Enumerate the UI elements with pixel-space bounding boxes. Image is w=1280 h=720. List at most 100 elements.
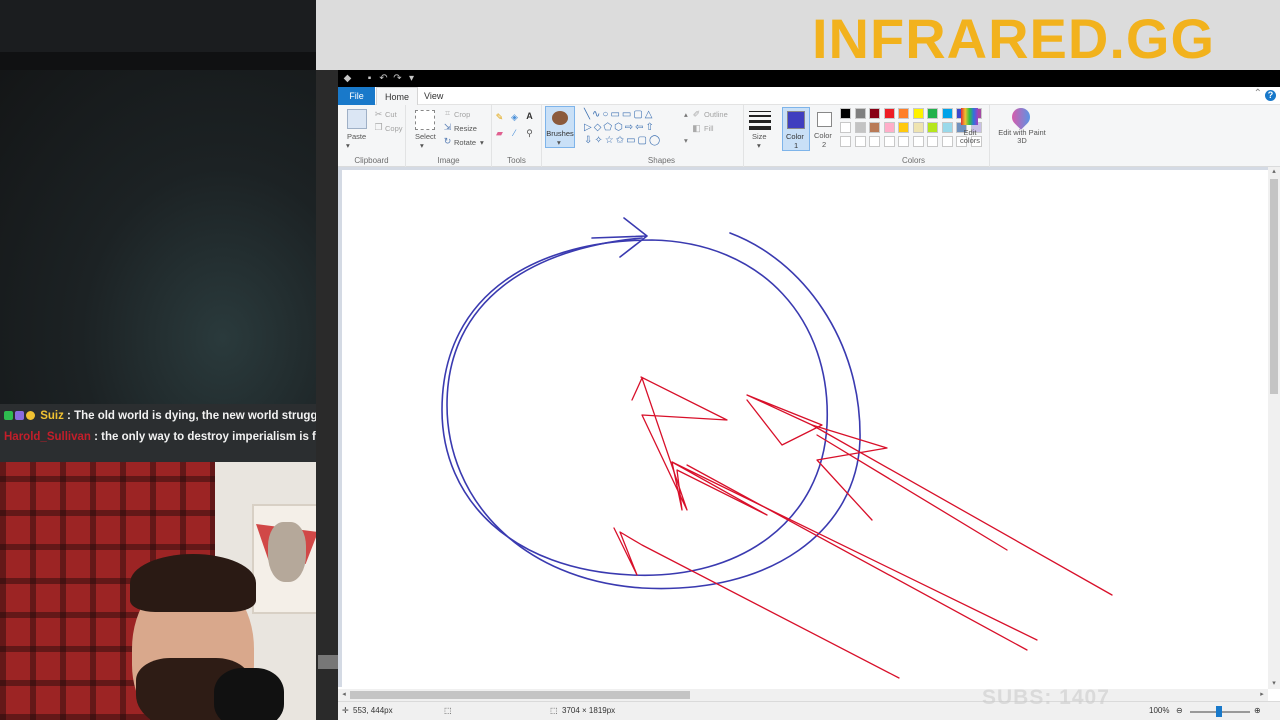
magnifier-icon[interactable]: ⚲ — [525, 129, 534, 138]
resize-icon[interactable]: ⇲ — [443, 123, 452, 132]
scroll-up-icon[interactable]: ▴ — [1270, 168, 1278, 176]
shapes-gallery[interactable]: ╲∿○▭▭▢△ ▷◇⬠⬡⇨⇦⇧ ⇩✧☆✩▭▢◯ — [584, 108, 684, 148]
tools-label: Tools — [507, 156, 526, 165]
scroll-down-icon[interactable]: ▾ — [1270, 680, 1278, 688]
customize-toolbar-icon[interactable]: ▾ — [406, 73, 417, 84]
eraser-icon[interactable]: ▰ — [495, 129, 504, 138]
tab-home[interactable]: Home — [376, 87, 419, 105]
copy-button[interactable]: Copy — [385, 124, 403, 133]
palette-swatch[interactable] — [883, 108, 895, 119]
palette-swatch[interactable] — [898, 108, 909, 119]
edit-colors-icon[interactable] — [961, 108, 978, 125]
custom-color-slot[interactable] — [840, 136, 851, 147]
palette-swatch[interactable] — [898, 122, 909, 133]
palette-swatch[interactable] — [912, 122, 924, 133]
brushes-button[interactable]: Brushes ▾ — [545, 106, 575, 148]
webcam-feed — [0, 462, 318, 720]
palette-swatch[interactable] — [912, 108, 924, 119]
vertical-scroll-thumb[interactable] — [1270, 179, 1278, 394]
vertical-scrollbar[interactable]: ▴ ▾ — [1268, 167, 1280, 689]
clipboard-group: Paste ▾ ✂ Cut ❐ Copy Clipboard — [338, 105, 406, 167]
custom-color-slot[interactable] — [941, 136, 953, 147]
crop-icon[interactable]: ⌗ — [443, 109, 452, 118]
outline-icon[interactable]: ✐ — [692, 110, 701, 119]
color2-button[interactable]: Color 2 — [812, 107, 838, 151]
horizontal-scrollbar[interactable]: ◂ ▸ — [338, 689, 1268, 701]
color2-label: Color — [814, 131, 832, 140]
rotate-dropdown-icon[interactable]: ▾ — [480, 138, 484, 147]
cut-button[interactable]: Cut — [385, 110, 397, 119]
select-icon[interactable] — [415, 110, 435, 130]
image-size: 3704 × 1819px — [562, 706, 616, 715]
size-lines-icon[interactable] — [749, 111, 771, 130]
paint3d-group: Edit with Paint 3D — [992, 104, 1050, 167]
zoom-out-icon[interactable]: ⊖ — [1176, 706, 1183, 715]
custom-color-slot[interactable] — [927, 136, 938, 147]
color1-button[interactable]: Color 1 — [782, 107, 810, 151]
custom-color-slot[interactable] — [854, 136, 866, 147]
resize-button[interactable]: Resize — [454, 124, 477, 133]
zoom-slider-thumb[interactable] — [1216, 706, 1222, 717]
tab-view[interactable]: View — [416, 87, 451, 105]
paint3d-icon[interactable] — [1008, 104, 1034, 130]
paste-icon[interactable] — [347, 109, 367, 129]
custom-color-slot[interactable] — [898, 136, 909, 147]
palette-swatch[interactable] — [927, 122, 938, 133]
size-dropdown-icon[interactable]: ▾ — [757, 141, 761, 150]
palette-swatch[interactable] — [941, 108, 953, 119]
edit-colors-button[interactable]: Edit colors — [954, 129, 986, 145]
minimize-ribbon-icon[interactable]: ⌃ — [1254, 88, 1262, 99]
custom-color-slot[interactable] — [883, 136, 895, 147]
fill-icon[interactable]: ◧ — [692, 124, 701, 133]
palette-swatch[interactable] — [854, 108, 866, 119]
help-icon[interactable]: ? — [1265, 90, 1276, 101]
crop-button[interactable]: Crop — [454, 110, 470, 119]
palette-swatch[interactable] — [927, 108, 938, 119]
custom-color-slot[interactable] — [869, 136, 880, 147]
redo-icon[interactable]: ↷ — [392, 73, 403, 84]
outline-button[interactable]: Outline — [704, 110, 728, 119]
horizontal-scroll-thumb[interactable] — [350, 691, 690, 699]
size-button[interactable]: Size — [752, 132, 767, 141]
shapes-more-icon[interactable]: ▾ — [684, 136, 688, 145]
fill-button[interactable]: Fill — [704, 124, 714, 133]
color-picker-icon[interactable]: ⁄ — [510, 129, 519, 138]
drawing-canvas[interactable] — [342, 170, 1268, 687]
edit-with-paint3d-button[interactable]: Edit with Paint 3D — [996, 129, 1048, 145]
select-button[interactable]: Select — [415, 132, 436, 141]
paint-app-icon[interactable]: ◆ — [342, 73, 353, 84]
palette-swatch[interactable] — [840, 122, 851, 133]
brushes-label: Brushes — [546, 129, 574, 138]
palette-swatch[interactable] — [854, 122, 866, 133]
image-group: Select ▾ ⌗ Crop ⇲ Resize ↻ Rotate ▾ Imag… — [406, 105, 492, 167]
cut-icon[interactable]: ✂ — [374, 110, 383, 119]
palette-swatch[interactable] — [869, 108, 880, 119]
copy-icon[interactable]: ❐ — [374, 123, 383, 132]
select-dropdown-icon[interactable]: ▾ — [420, 141, 424, 150]
tab-file[interactable]: File — [338, 87, 375, 105]
palette-swatch[interactable] — [941, 122, 953, 133]
zoom-in-icon[interactable]: ⊕ — [1254, 706, 1261, 715]
brushes-dropdown-icon: ▾ — [557, 138, 561, 147]
shapes-scroll-icon[interactable]: ▴ — [684, 110, 688, 119]
custom-color-slot[interactable] — [912, 136, 924, 147]
color1-swatch — [787, 111, 805, 129]
canvas-drawing — [441, 217, 1113, 679]
scroll-left-icon[interactable]: ◂ — [340, 691, 348, 699]
palette-swatch[interactable] — [840, 108, 851, 119]
colors-label: Colors — [901, 156, 926, 165]
palette-swatch[interactable] — [883, 122, 895, 133]
paste-dropdown-icon[interactable]: ▾ — [346, 141, 350, 150]
streamer-hair — [130, 554, 256, 612]
pencil-icon[interactable]: ✎ — [495, 113, 504, 122]
palette-swatch[interactable] — [869, 122, 880, 133]
rotate-button[interactable]: Rotate — [454, 138, 476, 147]
undo-icon[interactable]: ↶ — [378, 73, 389, 84]
fill-bucket-icon[interactable]: ◈ — [510, 113, 519, 122]
rotate-icon[interactable]: ↻ — [443, 137, 452, 146]
scroll-right-icon[interactable]: ▸ — [1258, 691, 1266, 699]
paste-button[interactable]: Paste — [347, 132, 366, 141]
window-gap-marker — [318, 655, 338, 669]
save-icon[interactable]: ▪ — [364, 73, 375, 84]
text-tool-icon[interactable]: A — [525, 112, 534, 121]
